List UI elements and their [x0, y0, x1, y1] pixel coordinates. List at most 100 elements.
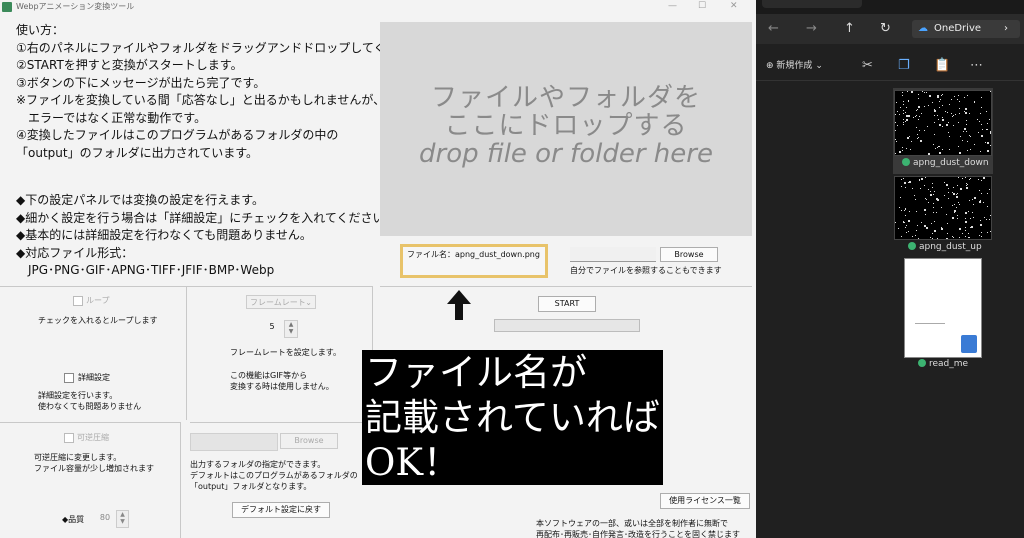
dust-speck	[965, 227, 966, 228]
gif-hint: この機能はGIF等から 変換する時は使用しません。	[230, 371, 334, 391]
dust-speck	[896, 141, 897, 142]
dust-speck	[905, 112, 906, 113]
dust-speck	[965, 112, 967, 114]
dust-speck	[937, 115, 938, 116]
maximize-icon[interactable]: ☐	[698, 1, 706, 11]
dust-speck	[956, 194, 957, 195]
paste-icon[interactable]: 📋	[934, 58, 950, 73]
dust-speck	[906, 232, 907, 233]
explorer-tab[interactable]	[762, 0, 862, 8]
dust-speck	[952, 217, 954, 219]
dust-speck	[967, 150, 968, 151]
up-icon[interactable]: ↑	[844, 21, 855, 36]
dust-speck	[930, 194, 932, 196]
dust-speck	[921, 113, 922, 114]
dust-speck	[953, 115, 954, 116]
back-icon[interactable]: ←	[768, 21, 779, 36]
divider	[190, 422, 366, 423]
framerate-select[interactable]: フレームレート ⌄	[246, 295, 316, 309]
dust-speck	[942, 105, 943, 106]
framerate-stepper[interactable]: 5 ▲ ▼	[262, 320, 298, 338]
address-bar[interactable]: ☁ OneDrive ›	[912, 20, 1020, 38]
copy-icon[interactable]: ❐	[898, 58, 910, 73]
forward-icon[interactable]: →	[806, 21, 817, 36]
dust-speck	[913, 117, 914, 118]
dust-speck	[934, 221, 935, 222]
dust-speck	[955, 114, 956, 115]
quality-value: 80	[99, 513, 111, 522]
dust-speck	[980, 113, 981, 114]
file-path-input[interactable]	[570, 247, 656, 262]
more-icon[interactable]: ⋯	[970, 58, 983, 73]
dust-speck	[973, 204, 974, 205]
dust-speck	[899, 114, 900, 115]
loop-checkbox[interactable]	[73, 296, 83, 306]
dust-speck	[922, 91, 923, 92]
dust-speck	[945, 111, 946, 112]
dust-speck	[970, 149, 971, 150]
reset-defaults-button[interactable]: デフォルト設定に戻す	[232, 502, 330, 518]
dust-speck	[916, 230, 917, 231]
synced-check-icon	[902, 158, 910, 166]
stepper-arrows-icon[interactable]: ▲ ▼	[284, 320, 298, 338]
new-button[interactable]: ⊕ 新規作成 ⌄	[766, 58, 823, 71]
close-icon[interactable]: ✕	[730, 1, 738, 11]
dust-speck	[895, 222, 896, 223]
dust-speck	[925, 214, 926, 215]
refresh-icon[interactable]: ↻	[880, 21, 891, 36]
dust-speck	[981, 97, 982, 98]
lossless-checkbox[interactable]	[64, 433, 74, 443]
dust-speck	[918, 137, 919, 138]
dust-speck	[895, 130, 896, 131]
chevron-down-icon: ⌄	[305, 298, 312, 307]
start-button[interactable]: START	[538, 296, 596, 312]
output-browse-button[interactable]: Browse	[280, 433, 338, 449]
drop-zone[interactable]: ファイルやフォルダを ここにドロップする drop file or folder…	[380, 22, 752, 236]
dust-speck	[979, 201, 981, 203]
dust-speck	[941, 228, 943, 230]
dust-speck	[981, 135, 983, 137]
dust-speck	[947, 223, 948, 224]
loop-hint: チェックを入れるとループします	[38, 316, 158, 325]
dust-speck	[974, 144, 975, 145]
detail-checkbox[interactable]	[64, 373, 74, 383]
dust-speck	[981, 180, 982, 181]
dust-speck	[965, 177, 966, 178]
dust-speck	[944, 182, 945, 183]
dust-speck	[924, 130, 925, 131]
dust-speck	[987, 129, 988, 130]
dust-speck	[902, 95, 903, 96]
dust-speck	[908, 100, 909, 101]
dust-speck	[906, 119, 908, 121]
dust-speck	[964, 128, 966, 130]
browse-button[interactable]: Browse	[660, 247, 718, 262]
license-list-button[interactable]: 使用ライセンス一覧	[660, 493, 750, 509]
dust-speck	[933, 203, 934, 204]
dust-speck	[901, 236, 902, 237]
app-icon	[2, 2, 12, 12]
dust-speck	[986, 219, 987, 220]
dust-speck	[936, 198, 938, 200]
output-folder-input[interactable]	[190, 433, 278, 451]
dust-speck	[905, 187, 906, 188]
dust-speck	[905, 208, 906, 209]
dust-speck	[952, 192, 953, 193]
dust-speck	[981, 107, 982, 108]
dust-speck	[962, 140, 963, 141]
minimize-icon[interactable]: —	[668, 1, 677, 11]
dust-speck	[964, 111, 965, 112]
quality-stepper[interactable]: 80 ▲ ▼	[96, 510, 130, 528]
dust-speck	[966, 187, 968, 189]
dust-speck	[938, 119, 939, 120]
dust-speck	[966, 131, 967, 132]
cut-icon[interactable]: ✂	[862, 58, 873, 73]
dust-speck	[905, 215, 906, 216]
dust-speck	[919, 179, 920, 180]
dust-speck	[947, 233, 948, 234]
dust-speck	[912, 236, 913, 237]
stepper-arrows-icon[interactable]: ▲ ▼	[116, 510, 129, 528]
dust-speck	[932, 187, 933, 188]
framerate-select-value: フレームレート	[250, 298, 306, 307]
dust-speck	[944, 195, 945, 196]
dust-speck	[902, 92, 903, 93]
